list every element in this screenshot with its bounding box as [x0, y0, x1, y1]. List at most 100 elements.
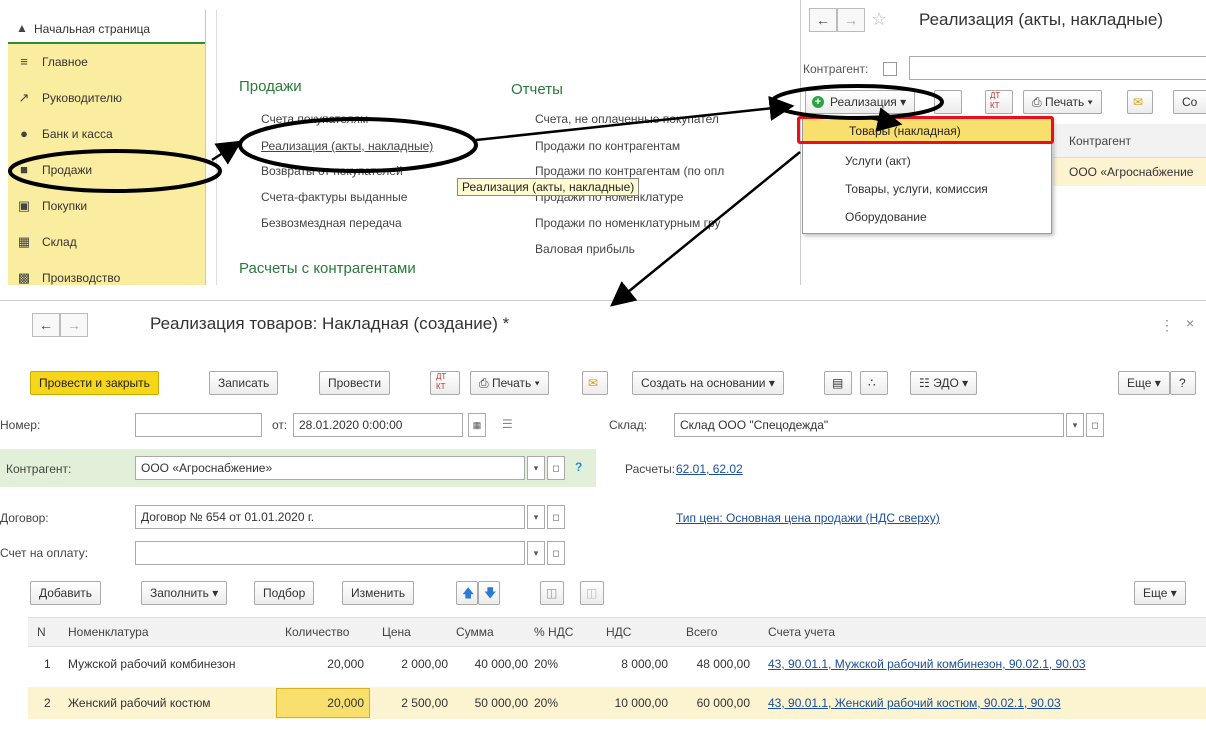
dropdown-icon[interactable]: ▾ [1066, 413, 1084, 437]
table-more-label: Еще [1143, 586, 1168, 600]
settlements-link[interactable]: 62.01, 62.02 [676, 462, 743, 476]
attachment-icon[interactable]: ∴ [860, 371, 888, 395]
cell-accounts-link[interactable]: 43, 90.01.1, Мужской рабочий комбинезон,… [768, 657, 1086, 671]
sales-link[interactable]: Возвраты от покупателей [261, 164, 403, 178]
column-counterparty: Контрагент [1069, 134, 1132, 148]
open-icon[interactable]: ◻ [1086, 413, 1104, 437]
selection-button[interactable]: Подбор [254, 581, 315, 605]
warehouse-field[interactable]: Склад ООО "Спецодежда" [674, 413, 1064, 437]
settlements-label: Расчеты: [625, 462, 676, 476]
cell-vat: 10 000,00 [614, 696, 668, 710]
plus-icon: + [812, 96, 824, 108]
sidebar-item-sales[interactable]: ■ Продажи [8, 152, 205, 188]
dropdown-item-equipment[interactable]: Оборудование [803, 205, 1051, 229]
contract-field[interactable]: Договор № 654 от 01.01.2020 г. [135, 505, 525, 529]
add-row-button[interactable]: Добавить [30, 581, 102, 605]
calendar-icon[interactable]: ▦ [468, 413, 486, 437]
dropdown-icon[interactable]: ▾ [527, 541, 545, 565]
post-and-close-button[interactable]: Провести и закрыть [30, 371, 159, 395]
counterparty-field[interactable]: ООО «Агроснабжение» [135, 456, 525, 480]
document-title: Реализация товаров: Накладная (создание)… [150, 314, 510, 333]
print-button[interactable]: ⎙ Печать ▾ [1023, 90, 1102, 114]
dropdown-item-commission[interactable]: Товары, услуги, комиссия [803, 177, 1051, 201]
number-label: Номер: [0, 418, 41, 432]
sidebar-item-home[interactable]: ▲ Начальная страница [8, 10, 205, 44]
more-actions-icon[interactable]: ⋮ [1160, 317, 1174, 334]
sidebar-item-bank[interactable]: ● Банк и касса [8, 116, 205, 152]
filter-checkbox[interactable] [883, 62, 897, 76]
overflow-button[interactable]: Со [1173, 90, 1206, 114]
cell-price: 2 500,00 [401, 696, 448, 710]
forward-button[interactable]: → [837, 8, 865, 32]
favorite-star-icon[interactable]: ☆ [871, 9, 887, 30]
help-button[interactable]: ? [1170, 371, 1196, 395]
cell-item: Мужской рабочий комбинезон [68, 657, 236, 671]
more-button[interactable]: Еще ▾ [1118, 371, 1170, 395]
date-field[interactable]: 28.01.2020 0:00:00 [293, 413, 463, 437]
cell-sum: 50 000,00 [474, 696, 528, 710]
filter-counterparty-input[interactable] [909, 56, 1206, 80]
move-down-icon[interactable]: 🡇 [478, 581, 500, 605]
dropdown-icon[interactable]: ▾ [527, 456, 545, 480]
post-button[interactable]: Провести [319, 371, 391, 395]
edo-icon: ☷ [919, 376, 930, 390]
back-button[interactable]: ← [809, 8, 837, 32]
sidebar-item-label: Банк и касса [42, 127, 113, 141]
sidebar-item-main[interactable]: ≡ Главное [8, 44, 205, 80]
email-icon[interactable]: ✉ [582, 371, 608, 395]
save-button[interactable]: Записать [209, 371, 279, 395]
open-icon[interactable]: ◻ [547, 456, 565, 480]
forward-button[interactable]: → [60, 313, 88, 337]
sales-link[interactable]: Счета покупателям [261, 112, 368, 126]
cell-n: 2 [44, 696, 51, 710]
email-icon[interactable]: ✉ [1127, 90, 1153, 114]
change-button[interactable]: Изменить [342, 581, 415, 605]
report-link[interactable]: Продажи по номенклатурным гру [535, 216, 721, 230]
sales-link[interactable]: Счета-фактуры выданные [261, 190, 407, 204]
close-icon[interactable]: × [1186, 315, 1194, 331]
dropdown-item-services[interactable]: Услуги (акт) [803, 149, 1051, 173]
back-button[interactable]: ← [32, 313, 60, 337]
cell-accounts-link[interactable]: 43, 90.01.1, Женский рабочий костюм, 90.… [768, 696, 1061, 710]
price-type-link[interactable]: Тип цен: Основная цена продажи (НДС свер… [676, 511, 940, 525]
list-icon[interactable]: ☰ [502, 417, 513, 431]
sidebar-item-label: Начальная страница [34, 22, 151, 36]
number-field[interactable] [135, 413, 262, 437]
invoice-field[interactable] [135, 541, 525, 565]
copy-icon[interactable] [934, 90, 962, 114]
report-link[interactable]: Счета, не оплаченные покупател [535, 112, 719, 126]
fill-button[interactable]: Заполнить ▾ [141, 581, 228, 605]
print-button[interactable]: ⎙ Печать ▾ [470, 371, 549, 395]
create-based-on-button[interactable]: Создать на основании ▾ [632, 371, 784, 395]
col-vat: НДС [606, 625, 632, 639]
table-more-button[interactable]: Еще ▾ [1134, 581, 1186, 605]
move-up-icon[interactable]: 🡅 [456, 581, 478, 605]
report-link[interactable]: Продажи по контрагентам [535, 139, 680, 153]
cell-qty: 20,000 [327, 657, 364, 671]
sidebar-item-label: Руководителю [42, 91, 123, 105]
debit-credit-icon[interactable]: ДТ КТ [985, 90, 1013, 114]
copy-rows-icon[interactable]: ◫ [540, 581, 564, 605]
filter-label: Контрагент: [803, 62, 869, 76]
cell-item: Женский рабочий костюм [68, 696, 211, 710]
report-link[interactable]: Валовая прибыль [535, 242, 635, 256]
structure-icon[interactable]: ▤ [824, 371, 852, 395]
cell-sum: 40 000,00 [474, 657, 528, 671]
factory-icon: ▩ [17, 270, 31, 285]
sidebar-item-manager[interactable]: ↗ Руководителю [8, 80, 205, 116]
create-realization-button[interactable]: + Реализация ▾ [805, 90, 916, 114]
report-link[interactable]: Продажи по контрагентам (по опл [535, 164, 724, 178]
open-icon[interactable]: ◻ [547, 541, 565, 565]
sidebar-item-purchases[interactable]: ▣ Покупки [8, 188, 205, 224]
debit-credit-icon[interactable]: ДТ КТ [430, 371, 460, 395]
sales-link-realization[interactable]: Реализация (акты, накладные) [261, 139, 433, 153]
edo-button[interactable]: ☷ ЭДО ▾ [910, 371, 978, 395]
sales-link[interactable]: Безвозмездная передача [261, 216, 402, 230]
open-icon[interactable]: ◻ [547, 505, 565, 529]
sidebar-item-warehouse[interactable]: ▦ Склад [8, 224, 205, 260]
home-icon: ▲ [16, 21, 28, 35]
paste-rows-icon[interactable]: ◫ [580, 581, 604, 605]
sidebar-item-production[interactable]: ▩ Производство [8, 260, 205, 285]
help-question-icon[interactable]: ? [575, 460, 582, 474]
dropdown-icon[interactable]: ▾ [527, 505, 545, 529]
